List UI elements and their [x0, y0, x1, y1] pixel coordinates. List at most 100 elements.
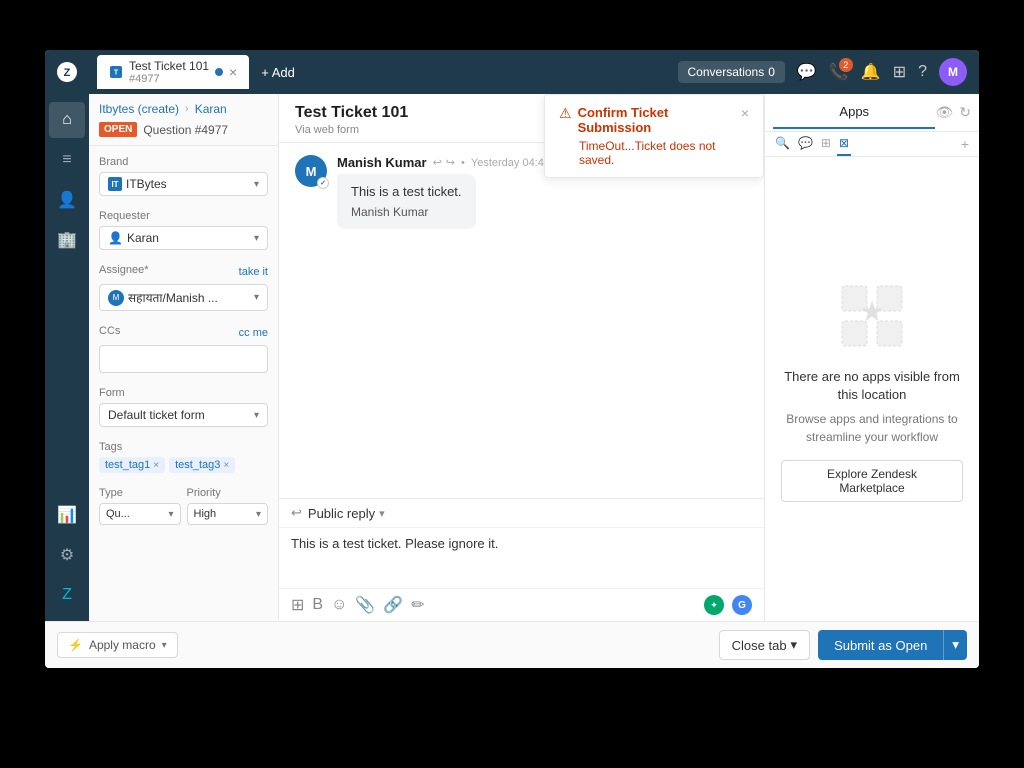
svg-text:T: T — [114, 70, 119, 77]
submit-group: Submit as Open ▾ — [818, 630, 967, 660]
link-icon[interactable]: 🔗 — [383, 595, 403, 615]
apps-empty-state: ★ There are no apps visible from this lo… — [765, 157, 979, 621]
panel-add-icon[interactable]: + — [959, 132, 971, 156]
breadcrumb: Itbytes (create) › Karan OPEN Question #… — [89, 94, 278, 146]
nav-product[interactable]: Z — [49, 577, 85, 613]
eye-icon[interactable]: 👁 — [935, 104, 953, 121]
breadcrumb-itbytes[interactable]: Itbytes (create) — [99, 102, 179, 116]
priority-label: Priority — [187, 487, 269, 499]
nav-tickets[interactable]: ≡ — [49, 142, 85, 178]
chevron-down-icon: ▾ — [254, 292, 259, 303]
close-tab-button[interactable]: Close tab ▾ — [719, 630, 810, 660]
emoji-icon[interactable]: ☺ — [331, 596, 347, 614]
ccs-label: CCs — [99, 325, 120, 337]
apps-empty-icon: ★ — [832, 276, 912, 356]
requester-dropdown[interactable]: 👤 Karan ▾ — [99, 226, 268, 250]
take-it-link[interactable]: take it — [239, 266, 268, 278]
right-panel-tabs: Apps 👁 ↻ — [765, 94, 979, 132]
tag-remove-button[interactable]: × — [153, 460, 159, 471]
apps-empty-title: There are no apps visible from this loca… — [781, 368, 963, 404]
assignee-dropdown[interactable]: M सहायता/Manish ... ▾ — [99, 284, 268, 311]
tab-close-button[interactable]: × — [229, 65, 237, 79]
conversations-count: 0 — [768, 65, 775, 79]
tag-remove-button[interactable]: × — [223, 460, 229, 471]
brand-dropdown[interactable]: IT ITBytes ▾ — [99, 172, 268, 196]
panel-grid-icon[interactable]: ⊞ — [819, 132, 833, 156]
ccs-field: CCs cc me — [99, 325, 268, 373]
assignee-field: Assignee* take it M सहायता/Manish ... ▾ — [99, 264, 268, 311]
macro-area: ⚡ Apply macro ▾ — [57, 632, 711, 658]
conversations-button[interactable]: Conversations 0 — [678, 61, 785, 83]
brand-value: ITBytes — [126, 177, 167, 191]
add-button[interactable]: + Add — [253, 61, 303, 84]
conversations-label: Conversations — [688, 65, 765, 79]
explore-marketplace-button[interactable]: Explore Zendesk Marketplace — [781, 460, 963, 502]
submit-button[interactable]: Submit as Open — [818, 630, 943, 660]
macro-chevron-icon: ▾ — [162, 640, 167, 651]
person-icon: 👤 — [108, 231, 123, 245]
ticket-fields: Brand IT ITBytes ▾ Requester 👤 — [89, 146, 278, 549]
message-text: This is a test ticket. — [351, 184, 462, 199]
user-avatar[interactable]: M — [939, 58, 967, 86]
nav-orgs[interactable]: 🏢 — [49, 222, 85, 258]
brand-field: Brand IT ITBytes ▾ — [99, 156, 268, 196]
reply-type-bar: ↩ Public reply ▾ — [279, 499, 764, 528]
composer-area: ↩ Public reply ▾ This is a test ticket. … — [279, 498, 764, 621]
notification-icon[interactable]: 🔔 — [861, 62, 881, 82]
assignee-value: सहायता/Manish ... — [128, 289, 218, 306]
reply-type-label: Public reply — [308, 506, 375, 521]
error-title: Confirm Ticket Submission — [578, 105, 735, 135]
chevron-down-icon: ▾ — [254, 233, 259, 244]
left-nav: ⌂ ≡ 👤 🏢 📊 ⚙ Z — [45, 94, 89, 621]
ticket-number: Question #4977 — [143, 123, 228, 137]
refresh-icon[interactable]: ↻ — [959, 104, 971, 121]
bold-icon[interactable]: B — [312, 596, 323, 614]
grid-icon[interactable]: ⊞ — [893, 62, 906, 82]
ai-assist-icon[interactable]: ✦ — [704, 595, 724, 615]
bottom-bar: ⚡ Apply macro ▾ Close tab ▾ Submit as Op… — [45, 621, 979, 668]
gemini-icon[interactable]: G — [732, 595, 752, 615]
composer-input[interactable]: This is a test ticket. Please ignore it. — [279, 528, 764, 588]
ticket-fields-panel: Itbytes (create) › Karan OPEN Question #… — [89, 94, 279, 621]
nav-settings[interactable]: ⚙ — [49, 537, 85, 573]
attach-icon[interactable]: 📎 — [355, 595, 375, 615]
error-close-button[interactable]: × — [741, 105, 749, 121]
top-bar-actions: Conversations 0 💬 📞2 🔔 ⊞ ? M — [678, 58, 967, 86]
tags-field: Tags test_tag1 × test_tag3 × — [99, 441, 268, 473]
ccs-input[interactable] — [99, 345, 268, 373]
cc-me-link[interactable]: cc me — [239, 327, 268, 339]
chevron-down-icon: ▾ — [168, 509, 173, 520]
ticket-title: Test Ticket 101 — [295, 104, 408, 122]
chat-icon[interactable]: 💬 — [797, 62, 817, 82]
type-dropdown[interactable]: Qu... ▾ — [99, 503, 181, 525]
panel-search-icon[interactable]: 🔍 — [773, 132, 792, 156]
macro-icon: ⚡ — [68, 638, 83, 652]
apps-tab[interactable]: Apps — [773, 96, 935, 129]
form-field: Form Default ticket form ▾ — [99, 387, 268, 427]
ticket-conversation: ⚠ Confirm Ticket Submission × TimeOut...… — [279, 94, 764, 621]
apply-macro-button[interactable]: ⚡ Apply macro ▾ — [57, 632, 178, 658]
pen-icon[interactable]: ✏ — [411, 595, 424, 615]
format-icon[interactable]: ⊞ — [291, 595, 304, 615]
requester-label: Requester — [99, 210, 268, 222]
nav-home[interactable]: ⌂ — [49, 102, 85, 138]
priority-dropdown[interactable]: High ▾ — [187, 503, 269, 525]
panel-chat-icon[interactable]: 💬 — [796, 132, 815, 156]
reply-type-dropdown[interactable]: ▾ — [379, 507, 385, 520]
conversation-list: M ✓ Manish Kumar ↩ ↪ • — [279, 143, 764, 498]
breadcrumb-karan[interactable]: Karan — [195, 102, 227, 116]
assignee-label: Assignee* — [99, 264, 149, 276]
nav-users[interactable]: 👤 — [49, 182, 85, 218]
phone-icon[interactable]: 📞2 — [829, 62, 849, 82]
help-icon[interactable]: ? — [918, 63, 927, 81]
ticket-tab[interactable]: T Test Ticket 101 #4977 × — [97, 55, 249, 89]
message-signature: Manish Kumar — [351, 205, 462, 219]
form-dropdown[interactable]: Default ticket form ▾ — [99, 403, 268, 427]
panel-apps-icon[interactable]: ⊠ — [837, 132, 851, 156]
tab-dot — [215, 68, 223, 76]
tag-label: test_tag3 — [175, 459, 220, 471]
form-label: Form — [99, 387, 268, 399]
submit-dropdown-button[interactable]: ▾ — [943, 630, 967, 660]
svg-text:★: ★ — [859, 296, 884, 327]
nav-reports[interactable]: 📊 — [49, 497, 85, 533]
